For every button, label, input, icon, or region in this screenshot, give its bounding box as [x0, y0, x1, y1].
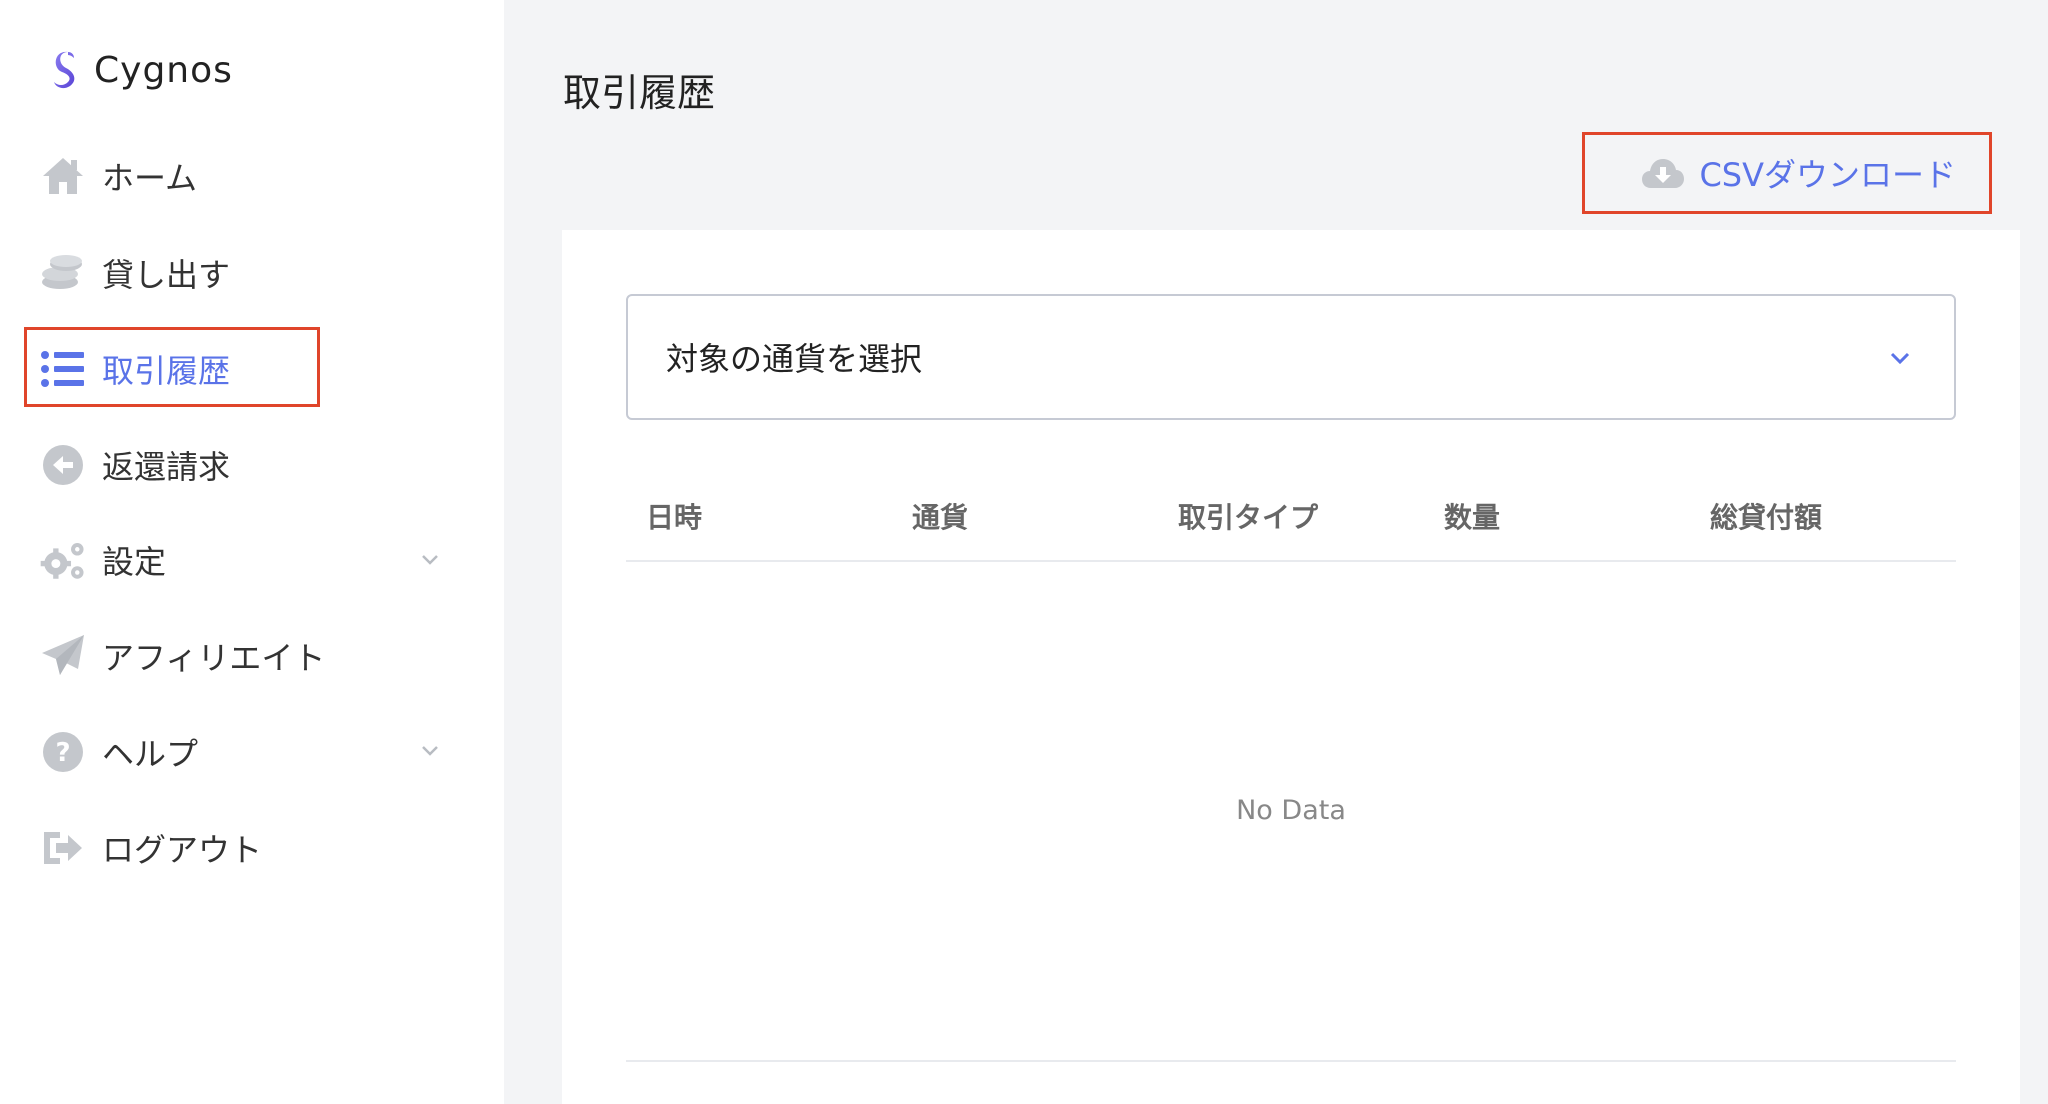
coins-icon	[38, 248, 88, 298]
column-header-type[interactable]: 取引タイプ	[1178, 496, 1318, 536]
sidebar-item-label: 設定	[102, 543, 167, 581]
chevron-down-icon[interactable]	[418, 548, 442, 572]
sidebar-item-refund[interactable]: 返還請求	[38, 435, 230, 495]
table-empty-state: No Data	[626, 560, 1956, 1062]
chevron-down-icon	[1890, 352, 1910, 365]
home-icon	[38, 151, 88, 201]
csv-button-highlight	[1582, 132, 1992, 214]
history-card: 対象の通貨を選択 日時 通貨 取引タイプ 数量 総貸付額 No Data	[562, 230, 2020, 1104]
column-header-datetime[interactable]: 日時	[646, 496, 702, 536]
empty-text: No Data	[1236, 794, 1346, 826]
sidebar-item-affiliate[interactable]: アフィリエイト	[38, 626, 325, 686]
swan-logo-icon	[54, 51, 75, 89]
currency-select[interactable]: 対象の通貨を選択	[626, 294, 1956, 420]
sidebar-item-label: ヘルプ	[102, 735, 199, 773]
svg-text:?: ?	[55, 738, 70, 768]
sidebar-item-help[interactable]: ? ヘルプ	[38, 722, 198, 782]
paper-plane-icon	[38, 631, 88, 681]
sidebar-item-label: 貸し出す	[102, 256, 231, 294]
table-header: 日時 通貨 取引タイプ 数量 総貸付額	[626, 480, 1956, 562]
sidebar-item-lend[interactable]: 貸し出す	[38, 243, 230, 303]
arrow-left-circle-icon	[38, 440, 88, 490]
gears-icon	[38, 535, 88, 585]
currency-select-placeholder: 対象の通貨を選択	[666, 340, 923, 378]
sidebar-item-label: アフィリエイト	[102, 639, 326, 677]
sidebar-item-home[interactable]: ホーム	[38, 146, 197, 206]
brand-logo[interactable]: Cygnos	[48, 40, 233, 100]
sidebar-item-label: ログアウト	[102, 831, 263, 869]
logout-icon	[38, 823, 88, 873]
sidebar-item-settings[interactable]: 設定	[38, 530, 166, 590]
sidebar-item-logout[interactable]: ログアウト	[38, 818, 262, 878]
column-header-total-lent[interactable]: 総貸付額	[1710, 496, 1822, 536]
question-circle-icon: ?	[38, 727, 88, 777]
sidebar-item-label: ホーム	[102, 159, 198, 197]
sidebar-item-label: 返還請求	[102, 448, 231, 486]
history-table: 日時 通貨 取引タイプ 数量 総貸付額	[626, 480, 1956, 562]
active-item-highlight	[24, 327, 320, 407]
page-title: 取引履歴	[563, 71, 716, 115]
column-header-currency[interactable]: 通貨	[912, 496, 968, 536]
chevron-down-icon[interactable]	[418, 739, 442, 763]
column-header-amount[interactable]: 数量	[1444, 496, 1500, 536]
app-root: Cygnos ホーム 貸し出す 取引履歴 返還請求 設定 アフィリエイト ? ヘ…	[0, 0, 2048, 1104]
sidebar: Cygnos ホーム 貸し出す 取引履歴 返還請求 設定 アフィリエイト ? ヘ…	[0, 0, 504, 1104]
brand-name: Cygnos	[94, 49, 233, 91]
